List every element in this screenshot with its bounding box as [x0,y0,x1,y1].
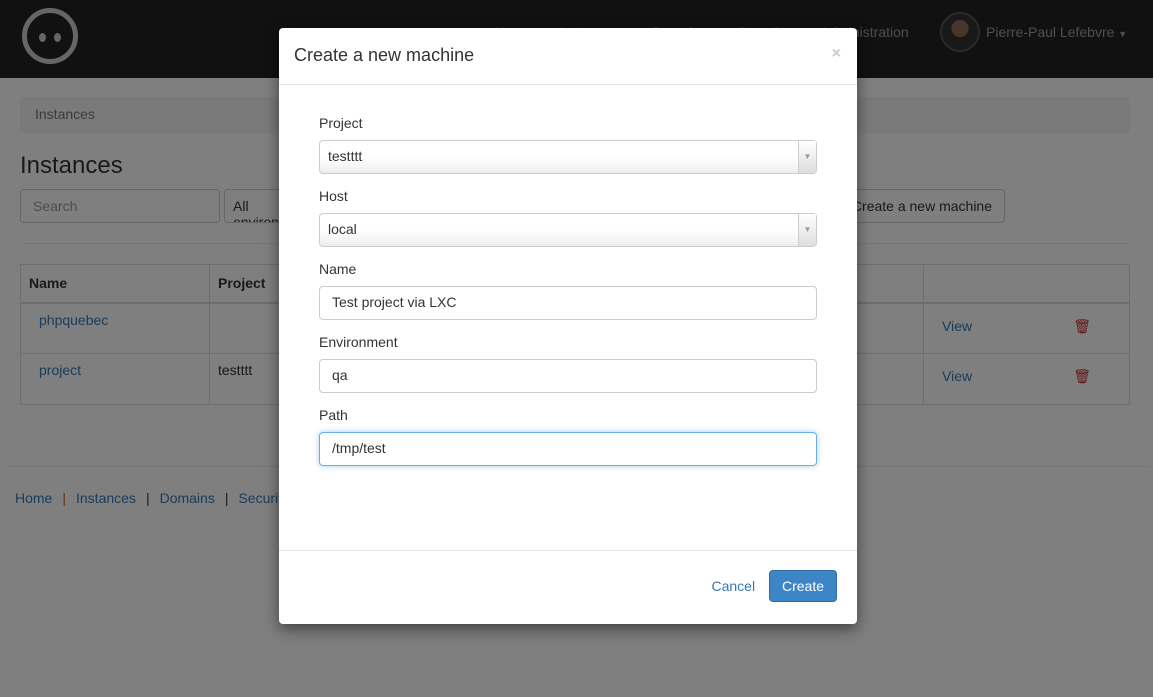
path-input[interactable]: /tmp/test [319,432,817,466]
environment-input[interactable]: qa [319,359,817,393]
create-button[interactable]: Create [768,570,837,602]
dropdown-arrow-icon: ▼ [798,141,816,173]
host-select[interactable]: local ▼ [319,213,817,247]
environment-label: Environment [319,334,398,350]
project-select[interactable]: testttt ▼ [319,140,817,174]
name-input[interactable]: Test project via LXC [319,286,817,320]
close-icon[interactable]: × [832,45,841,63]
name-label: Name [319,261,357,277]
host-value: local [328,221,357,237]
create-machine-modal: Create a new machine × Project testttt ▼ H… [279,28,857,624]
project-value: testttt [328,148,363,164]
modal-title: Create a new machine [294,45,475,65]
host-label: Host [319,188,348,204]
cancel-button[interactable]: Cancel [711,578,755,594]
path-label: Path [319,407,348,423]
project-label: Project [319,115,363,131]
dropdown-arrow-icon: ▼ [798,214,816,246]
